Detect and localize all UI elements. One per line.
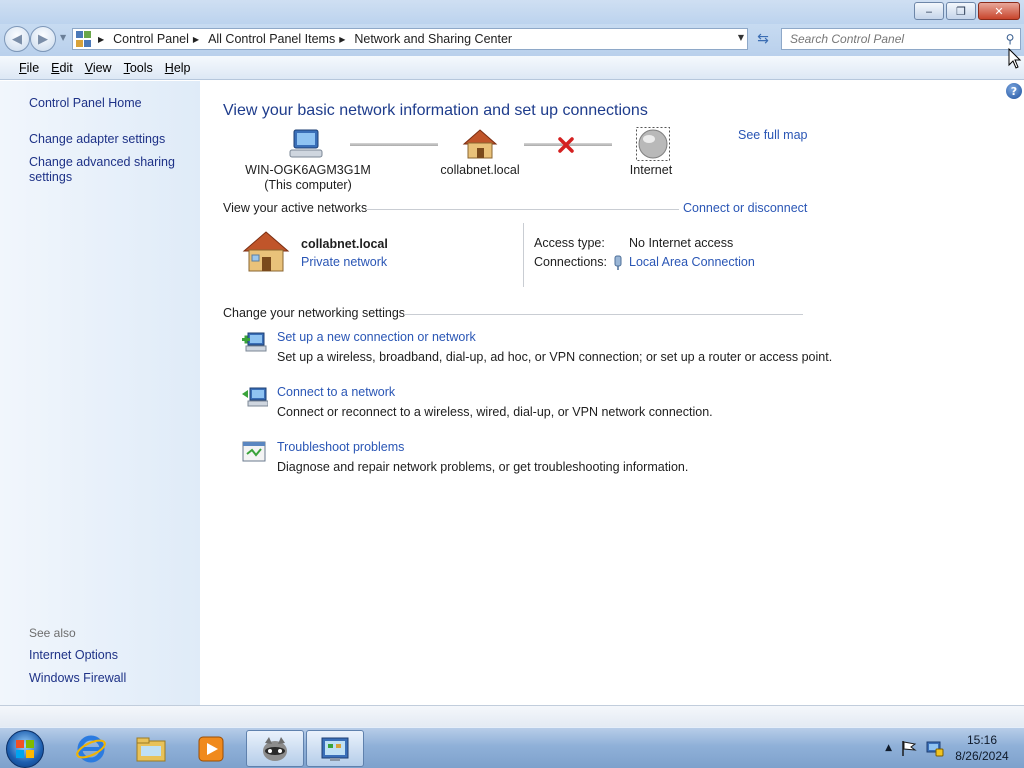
breadcrumb-network-sharing[interactable]: Network and Sharing Center (354, 32, 512, 46)
see-full-map-link[interactable]: See full map (738, 128, 807, 142)
breadcrumb-arrow-icon[interactable]: ▶ (98, 35, 104, 44)
taskbar-explorer[interactable] (122, 730, 180, 767)
close-button[interactable]: ✕ (978, 2, 1020, 20)
status-bar (0, 705, 1024, 727)
divider (404, 314, 803, 315)
menu-tools[interactable]: Tools (119, 61, 158, 75)
sidebar: Control Panel Home Change adapter settin… (0, 81, 200, 705)
refresh-button[interactable]: ⇆ (752, 29, 774, 49)
setup-connection-desc: Set up a wireless, broadband, dial-up, a… (277, 350, 833, 364)
breadcrumb-arrow-icon[interactable]: ▶ (193, 35, 199, 44)
active-networks-header: View your active networks (223, 201, 368, 215)
network-type-link[interactable]: Private network (301, 255, 387, 269)
map-connection-line (350, 143, 438, 146)
divider (366, 209, 679, 210)
title-bar: ‒ ❐ ✕ (0, 0, 1024, 24)
ethernet-icon (614, 255, 622, 270)
connections-label: Connections: (534, 255, 607, 269)
connect-network-link[interactable]: Connect to a network (277, 385, 395, 399)
windows-logo-icon (16, 740, 34, 758)
forward-button[interactable]: ▶ (30, 26, 56, 52)
access-type-label: Access type: (534, 236, 605, 250)
map-network-label: collabnet.local (440, 163, 520, 177)
control-panel-icon (76, 31, 92, 47)
computer-icon (289, 129, 323, 158)
ie-icon (76, 735, 106, 762)
raccoon-app-icon (263, 736, 287, 761)
vertical-divider (523, 223, 524, 287)
navigation-bar: ◀ ▶ ▼ ▶ Control Panel ▶ All Control Pane… (0, 24, 1024, 56)
mouse-cursor-icon (1008, 48, 1022, 69)
explorer-icon (136, 737, 166, 761)
clock-date: 8/26/2024 (955, 749, 1009, 763)
new-connection-icon (242, 332, 267, 352)
menu-edit[interactable]: Edit (46, 61, 78, 75)
sidebar-control-panel-home[interactable]: Control Panel Home (29, 96, 142, 111)
connect-network-icon (242, 387, 268, 407)
control-panel-icon (321, 737, 349, 761)
menu-view[interactable]: View (80, 61, 117, 75)
access-type-value: No Internet access (629, 236, 734, 250)
computer-label: WIN-OGK6AGM3G1M (This computer) (233, 163, 383, 193)
computer-sublabel: (This computer) (264, 178, 352, 192)
settings-header: Change your networking settings (223, 306, 406, 320)
breadcrumb-control-panel[interactable]: Control Panel (113, 32, 189, 46)
troubleshoot-desc: Diagnose and repair network problems, or… (277, 460, 689, 474)
page-title: View your basic network information and … (223, 102, 648, 119)
minimize-button[interactable]: ‒ (914, 2, 944, 20)
search-input[interactable] (790, 32, 1000, 46)
action-center-flag-icon[interactable] (900, 739, 918, 757)
network-house-icon (242, 231, 290, 272)
connect-disconnect-link[interactable]: Connect or disconnect (683, 201, 807, 215)
taskbar-ie[interactable] (62, 730, 120, 767)
address-bar[interactable]: ▶ Control Panel ▶ All Control Panel Item… (72, 28, 748, 50)
taskbar-media-player[interactable] (182, 730, 240, 767)
network-tray-icon[interactable] (924, 739, 944, 757)
setup-connection-link[interactable]: Set up a new connection or network (277, 330, 476, 344)
forward-arrow-icon: ▶ (38, 31, 48, 47)
search-icon[interactable]: ⚲ (1000, 32, 1020, 46)
maximize-button[interactable]: ❐ (946, 2, 976, 20)
recent-pages-dropdown[interactable]: ▼ (60, 33, 66, 42)
computer-name: WIN-OGK6AGM3G1M (245, 163, 371, 177)
back-button[interactable]: ◀ (4, 26, 30, 52)
breadcrumb-all-items[interactable]: All Control Panel Items (208, 32, 335, 46)
local-area-connection-link[interactable]: Local Area Connection (629, 255, 755, 269)
sidebar-windows-firewall[interactable]: Windows Firewall (29, 671, 126, 686)
sidebar-change-adapter-settings[interactable]: Change adapter settings (29, 132, 165, 147)
troubleshoot-link[interactable]: Troubleshoot problems (277, 440, 404, 454)
connect-network-desc: Connect or reconnect to a wireless, wire… (277, 405, 713, 419)
see-also-label: See also (29, 626, 76, 640)
troubleshoot-icon (242, 441, 266, 462)
window-controls: ‒ ❐ ✕ (914, 2, 1020, 20)
taskbar-control-panel[interactable] (306, 730, 364, 767)
sidebar-internet-options[interactable]: Internet Options (29, 648, 118, 663)
help-icon[interactable]: ? (1006, 83, 1022, 99)
internet-globe-icon[interactable] (636, 127, 670, 161)
refresh-icon: ⇆ (757, 31, 769, 47)
menu-file[interactable]: File (14, 61, 44, 75)
breadcrumb-arrow-icon[interactable]: ▶ (339, 35, 345, 44)
taskbar-raccoon-app[interactable] (246, 730, 304, 767)
disconnected-x-icon (558, 137, 574, 153)
taskbar: ▲ 15:16 8/26/2024 (0, 727, 1024, 768)
clock-time: 15:16 (966, 733, 998, 747)
map-internet-label: Internet (629, 163, 673, 177)
back-arrow-icon: ◀ (12, 31, 22, 47)
media-player-icon (198, 736, 224, 761)
active-network-name: collabnet.local (301, 237, 388, 251)
sidebar-change-advanced-sharing[interactable]: Change advanced sharing settings (29, 155, 189, 185)
start-button[interactable] (6, 730, 44, 768)
clock[interactable]: 15:16 8/26/2024 (950, 732, 1014, 764)
address-dropdown-icon[interactable]: ▼ (738, 33, 744, 42)
search-box[interactable]: ⚲ (781, 28, 1021, 50)
menu-help[interactable]: Help (160, 61, 196, 75)
show-hidden-icons-icon[interactable]: ▲ (885, 743, 892, 753)
network-house-icon (462, 129, 498, 159)
system-tray: ▲ 15:16 8/26/2024 (885, 728, 1014, 768)
menu-bar: File Edit View Tools Help (0, 56, 1024, 80)
